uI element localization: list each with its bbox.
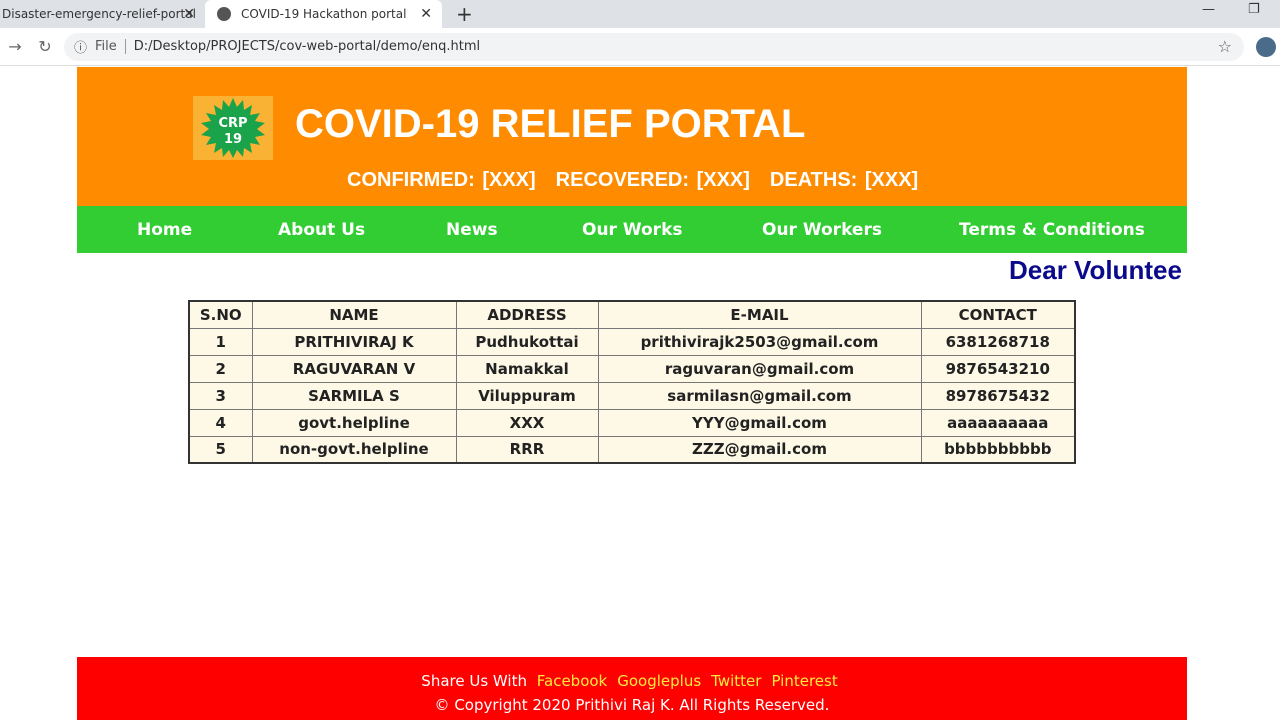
recovered-count: RECOVERED: [XXX] xyxy=(555,169,750,191)
table-cell: non-govt.helpline xyxy=(251,435,457,464)
site-header: CRP 19 COVID-19 RELIEF PORTAL CONFIRMED:… xyxy=(77,67,1187,206)
table-cell: aaaaaaaaaa xyxy=(920,408,1076,437)
table-cell: PRITHIVIRAJ K xyxy=(251,327,457,356)
nav-our-works[interactable]: Our Works xyxy=(582,220,683,240)
table-cell: Viluppuram xyxy=(455,381,599,410)
close-tab-icon[interactable]: ✕ xyxy=(420,6,432,22)
table-row: 1 PRITHIVIRAJ K Pudhukottai prithivirajk250… xyxy=(188,327,1076,356)
table-cell: raguvaran@gmail.com xyxy=(597,354,922,383)
confirmed-count: CONFIRMED: [XXX] xyxy=(347,169,536,191)
tab-disaster-portal[interactable]: Disaster-emergency-relief-portal ✕ xyxy=(0,0,205,28)
info-icon[interactable]: ⓘ xyxy=(74,37,87,56)
logo: CRP 19 xyxy=(193,96,273,160)
page-title: COVID-19 RELIEF PORTAL xyxy=(295,102,806,146)
tab-covid-portal[interactable]: COVID-19 Hackathon portal ✕ xyxy=(205,0,442,28)
nav-about-us[interactable]: About Us xyxy=(278,220,365,240)
table-cell: Pudhukottai xyxy=(455,327,599,356)
pinterest-link[interactable]: Pinterest xyxy=(771,672,837,690)
forward-icon[interactable]: → xyxy=(0,37,30,56)
facebook-link[interactable]: Facebook xyxy=(537,672,607,690)
avatar[interactable] xyxy=(1256,36,1276,57)
googleplus-link[interactable]: Googleplus xyxy=(617,672,701,690)
globe-icon xyxy=(217,7,231,21)
table-cell: 4 xyxy=(188,408,253,437)
marquee: Dear Voluntee xyxy=(1009,255,1182,285)
table-cell: prithivirajk2503@gmail.com xyxy=(597,327,922,356)
table-cell: 9876543210 xyxy=(920,354,1076,383)
table-row: 4 govt.helpline XXX YYY@gmail.com aaaaaaaaaa xyxy=(188,408,1076,437)
contacts-table: S.NO NAME ADDRESS E-MAIL CONTACT 1 PRITHI… xyxy=(188,300,1076,464)
bookmark-star-icon[interactable]: ☆ xyxy=(1218,37,1232,56)
address-bar: → ↻ ⓘ File D:/Desktop/PROJECTS/cov-web-p… xyxy=(0,28,1280,66)
table-cell: RAGUVARAN V xyxy=(251,354,457,383)
table-cell: SARMILA S xyxy=(251,381,457,410)
table-cell: 8978675432 xyxy=(920,381,1076,410)
table-cell: govt.helpline xyxy=(251,408,457,437)
table-cell: 3 xyxy=(188,381,253,410)
nav-home[interactable]: Home xyxy=(137,220,192,240)
table-row: 2 RAGUVARAN V Namakkal raguvaran@gmail.com 9… xyxy=(188,354,1076,383)
close-tab-icon[interactable]: ✕ xyxy=(183,6,195,22)
nav-our-workers[interactable]: Our Workers xyxy=(762,220,882,240)
crp-logo-icon: CRP 19 xyxy=(201,98,265,158)
svg-text:CRP: CRP xyxy=(218,116,247,131)
table-row: 5 non-govt.helpline RRR ZZZ@gmail.com bbbbbb… xyxy=(188,435,1076,464)
table-cell: YYY@gmail.com xyxy=(597,408,922,437)
copyright: © Copyright 2020 Prithivi Raj K. All Rig… xyxy=(434,696,830,714)
twitter-link[interactable]: Twitter xyxy=(711,672,761,690)
url-input[interactable]: ⓘ File D:/Desktop/PROJECTS/cov-web-porta… xyxy=(64,32,1244,61)
footer: Share Us With Facebook Googleplus Twitter P… xyxy=(77,657,1187,720)
reload-icon[interactable]: ↻ xyxy=(30,37,60,56)
minimize-button[interactable]: — xyxy=(1202,2,1215,17)
table-cell: ZZZ@gmail.com xyxy=(597,435,922,464)
table-cell: 1 xyxy=(188,327,253,356)
nav-news[interactable]: News xyxy=(446,220,498,240)
table-cell: sarmilasn@gmail.com xyxy=(597,381,922,410)
table-cell: XXX xyxy=(455,408,599,437)
table-cell: Namakkal xyxy=(455,354,599,383)
table-row: 3 SARMILA S Viluppuram sarmilasn@gmail.com 8… xyxy=(188,381,1076,410)
covid-stats: CONFIRMED: [XXX] RECOVERED: [XXX] DEATHS: … xyxy=(347,169,938,192)
table-cell: 2 xyxy=(188,354,253,383)
restore-button[interactable]: ❐ xyxy=(1248,2,1260,17)
table-cell: 5 xyxy=(188,435,253,464)
svg-text:19: 19 xyxy=(224,132,242,147)
nav-menu: Home About Us News Our Works Our Workers… xyxy=(77,206,1187,253)
deaths-count: DEATHS: [XXX] xyxy=(769,169,919,191)
nav-terms[interactable]: Terms & Conditions xyxy=(959,220,1145,240)
tab-bar: Disaster-emergency-relief-portal ✕ COVID-… xyxy=(0,0,1280,28)
new-tab-button[interactable]: + xyxy=(456,2,473,26)
table-cell: bbbbbbbbbb xyxy=(920,435,1076,464)
page: CRP 19 COVID-19 RELIEF PORTAL CONFIRMED:… xyxy=(77,67,1187,464)
table-header-row: S.NO NAME ADDRESS E-MAIL CONTACT xyxy=(188,300,1076,329)
table-cell: 6381268718 xyxy=(920,327,1076,356)
table-cell: RRR xyxy=(455,435,599,464)
